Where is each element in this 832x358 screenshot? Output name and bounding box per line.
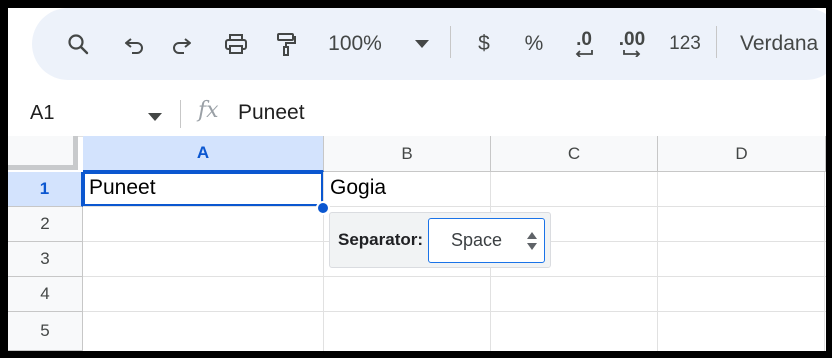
column-header-a[interactable]: A [83,136,324,172]
column-header-d[interactable]: D [658,136,826,172]
gridline-row-3 [83,276,826,277]
fx-icon: fx [198,98,219,123]
separator-label: Separator: [338,230,424,249]
select-arrows-icon [527,232,537,250]
toolbar: 100% $ % .0 .00 123 Verdana [32,8,826,80]
name-box-dropdown-icon[interactable] [148,108,162,126]
arrow-left-icon [575,50,593,57]
decrease-decimal-label: .0 [576,29,592,50]
select-all-corner[interactable] [8,136,78,170]
increase-decimal-button[interactable]: .00 [612,8,652,80]
decrease-decimal-button[interactable]: .0 [564,8,604,80]
zoom-select[interactable]: 100% [320,8,390,80]
formula-bar: A1 fx Puneet [8,90,826,137]
redo-icon[interactable] [164,8,200,80]
fill-handle[interactable] [316,201,330,215]
separator-select[interactable]: Space [428,218,545,263]
toolbar-divider [450,26,451,58]
number-format-button[interactable]: 123 [666,8,704,80]
column-header-b[interactable]: B [324,136,491,172]
undo-icon[interactable] [116,8,152,80]
search-icon[interactable] [60,8,96,80]
row-header-1[interactable]: 1 [8,172,83,207]
active-cell-outline [83,172,323,206]
row-header-3[interactable]: 3 [8,242,83,277]
name-box[interactable]: A1 [30,90,54,136]
column-header-c[interactable]: C [491,136,658,172]
separator-value: Space [451,230,503,250]
print-icon[interactable] [218,8,254,80]
percent-format-button[interactable]: % [518,8,550,80]
row-header-2[interactable]: 2 [8,207,83,242]
currency-format-button[interactable]: $ [468,8,500,80]
paint-format-icon[interactable] [268,8,304,80]
spreadsheet-window: 100% $ % .0 .00 123 Verdana A1 fx Puneet… [8,8,826,351]
font-select[interactable]: Verdana [740,8,826,80]
row-header-5[interactable]: 5 [8,312,83,351]
formula-bar-divider [180,100,181,128]
zoom-dropdown-icon[interactable] [412,8,432,80]
increase-decimal-label: .00 [618,29,646,50]
gridline-col-d [657,172,658,351]
gridline-row-1 [83,206,826,207]
cell-b1[interactable]: Gogia [330,176,386,200]
split-separator-popup: Separator: Space [329,212,551,268]
formula-input[interactable]: Puneet [238,90,305,136]
gridline-col-b [323,172,324,351]
sheet-grid: A B C D 1 2 3 4 5 Puneet Gogia Separator… [8,136,826,351]
arrow-right-icon [623,50,641,57]
gridline-row-4 [83,311,826,312]
toolbar-divider-2 [716,26,717,58]
gridline-col-e [824,172,825,351]
row-header-4[interactable]: 4 [8,277,83,312]
